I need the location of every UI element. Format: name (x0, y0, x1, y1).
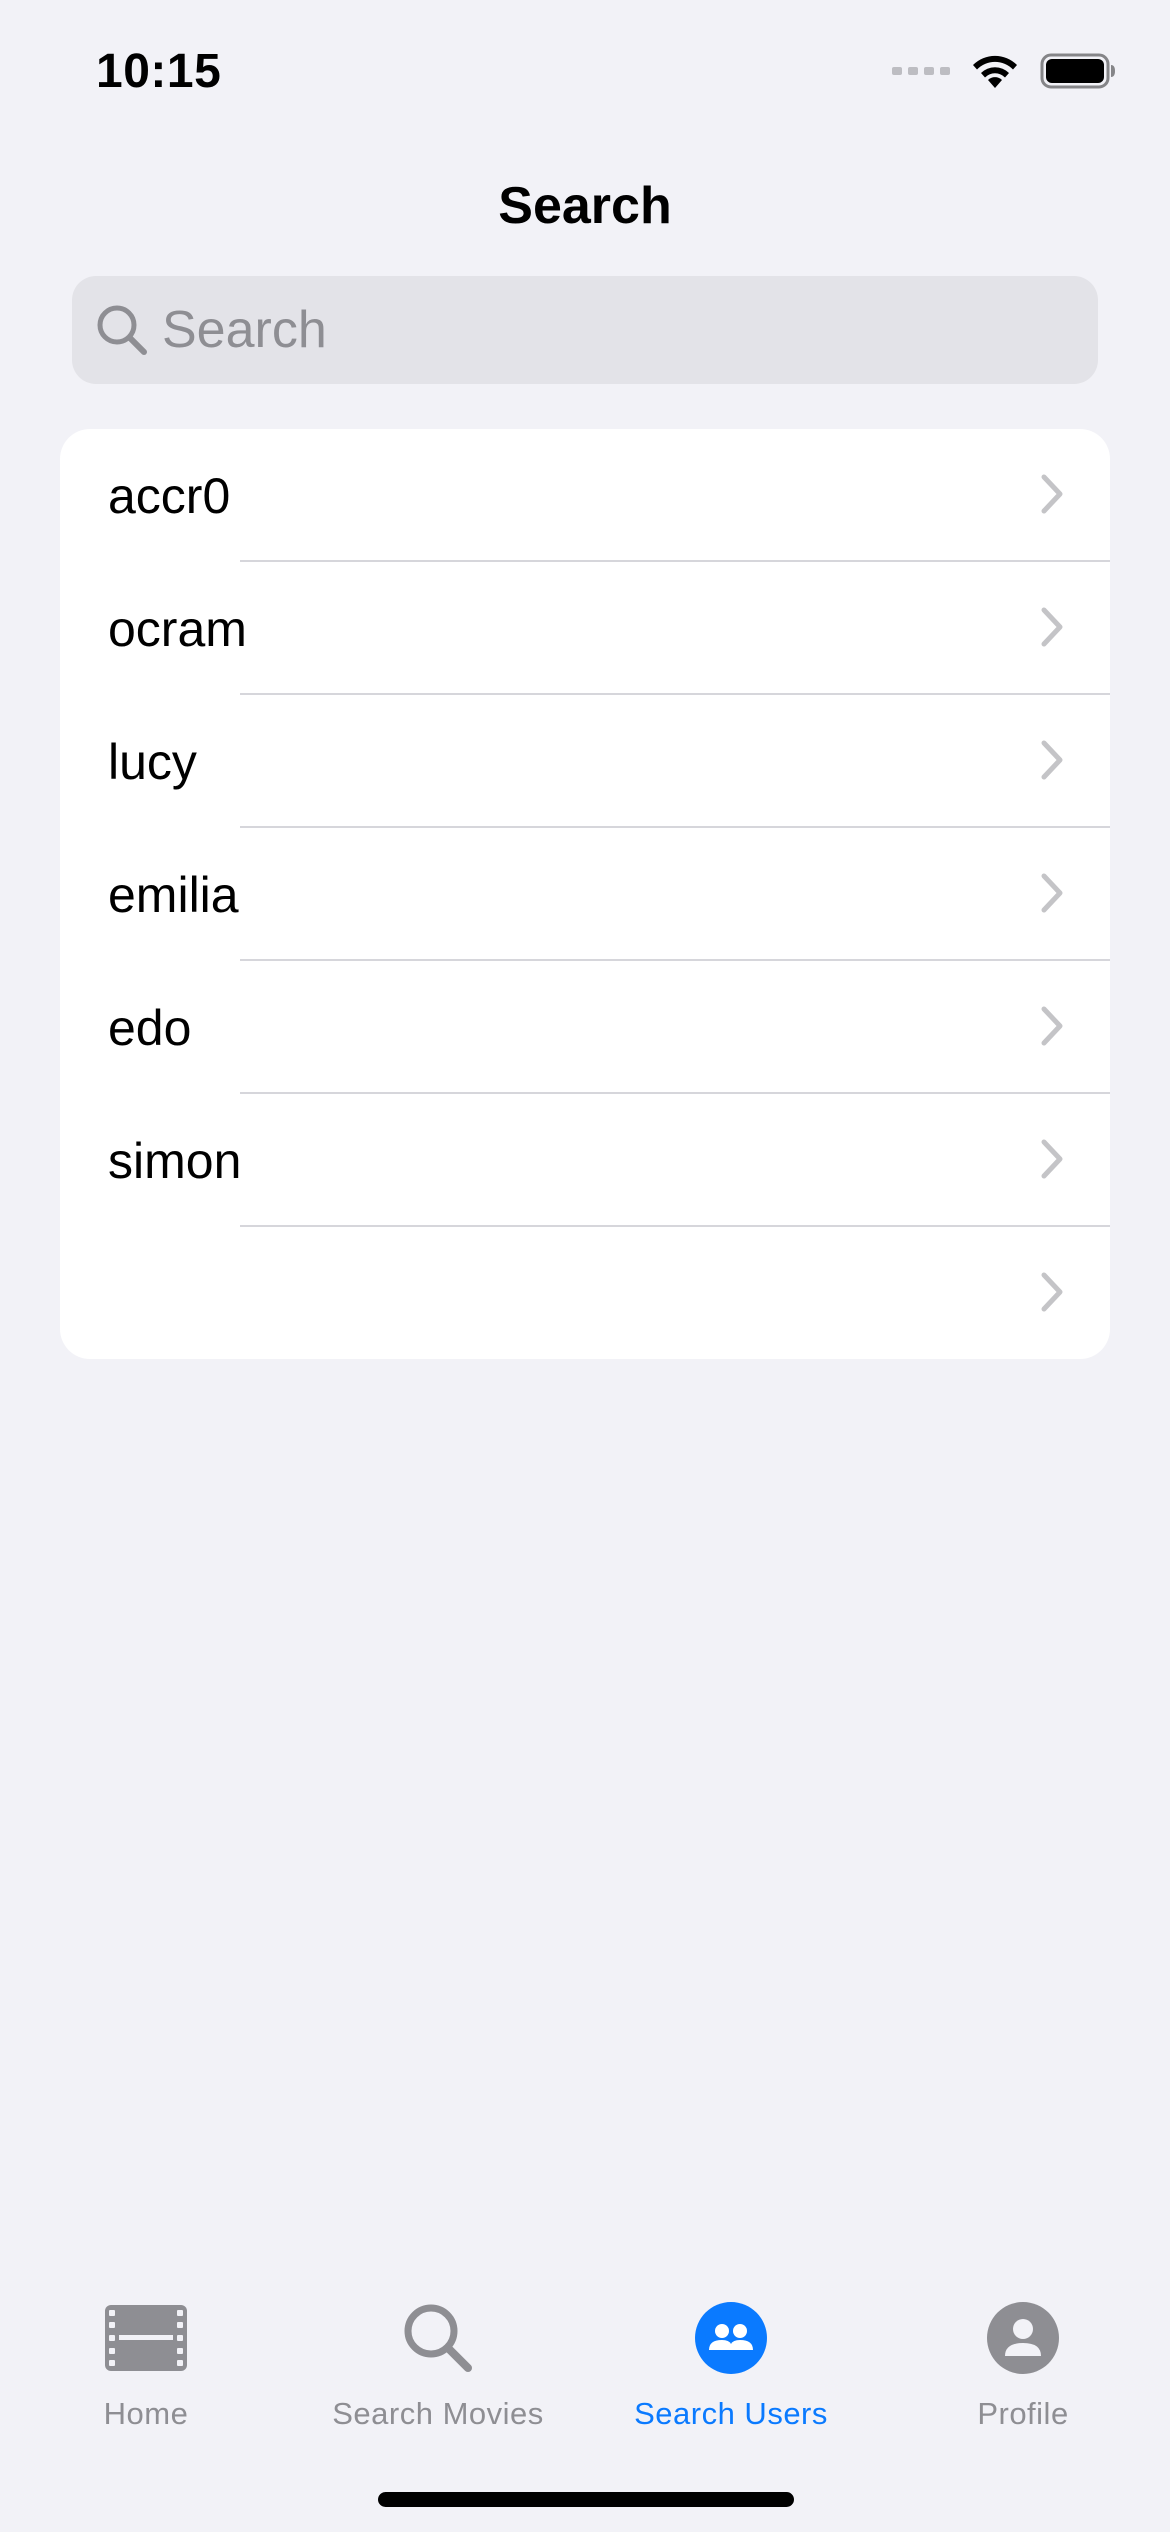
search-bar[interactable] (72, 276, 1098, 384)
user-name: emilia (108, 866, 239, 923)
status-icons (892, 52, 1116, 90)
user-row-ocram[interactable]: ocram (60, 562, 1110, 695)
user-row-emilia[interactable]: emilia (60, 828, 1110, 961)
status-bar: 10:15 (0, 0, 1170, 150)
status-time: 10:15 (96, 45, 222, 98)
tab-label: Home (103, 2396, 189, 2431)
tab-search-users[interactable]: Search Users (585, 2298, 877, 2432)
user-row-simon[interactable]: simon (60, 1094, 1110, 1227)
user-row-lucy[interactable]: lucy (60, 695, 1110, 828)
tab-home[interactable]: Home (0, 2298, 292, 2432)
chevron-right-icon (1041, 1139, 1063, 1179)
person-icon (987, 2302, 1059, 2374)
battery-icon (1040, 53, 1115, 89)
cellular-signal-icon (892, 67, 950, 75)
user-row-empty[interactable] (60, 1227, 1110, 1359)
tab-label: Profile (977, 2396, 1069, 2431)
home-indicator[interactable] (378, 2492, 794, 2507)
users-icon (695, 2302, 767, 2374)
tab-label: Search Movies (332, 2396, 544, 2431)
user-name: lucy (108, 733, 197, 790)
tab-profile[interactable]: Profile (877, 2298, 1169, 2432)
chevron-right-icon (1041, 1006, 1063, 1046)
chevron-right-icon (1041, 873, 1063, 913)
chevron-right-icon (1041, 474, 1063, 514)
search-icon (97, 305, 147, 355)
user-name: simon (108, 1132, 242, 1189)
wifi-icon (973, 55, 1017, 88)
user-row-accr0[interactable]: accr0 (60, 429, 1110, 562)
user-name: ocram (108, 600, 247, 657)
user-name: edo (108, 999, 192, 1056)
chevron-right-icon (1041, 607, 1063, 647)
user-name: accr0 (108, 467, 231, 524)
search-input[interactable] (162, 276, 1062, 384)
page-title: Search (498, 177, 672, 235)
screen: 10:15 Search accr0 (0, 0, 1170, 2532)
tab-search-movies[interactable]: Search Movies (292, 2298, 584, 2432)
tab-label: Search Users (634, 2396, 828, 2431)
chevron-right-icon (1041, 1272, 1063, 1312)
user-row-edo[interactable]: edo (60, 961, 1110, 1094)
chevron-right-icon (1041, 740, 1063, 780)
users-list: accr0 ocram lucy emilia edo simon (60, 429, 1110, 1359)
magnifier-icon (404, 2304, 472, 2372)
film-icon (105, 2305, 187, 2371)
